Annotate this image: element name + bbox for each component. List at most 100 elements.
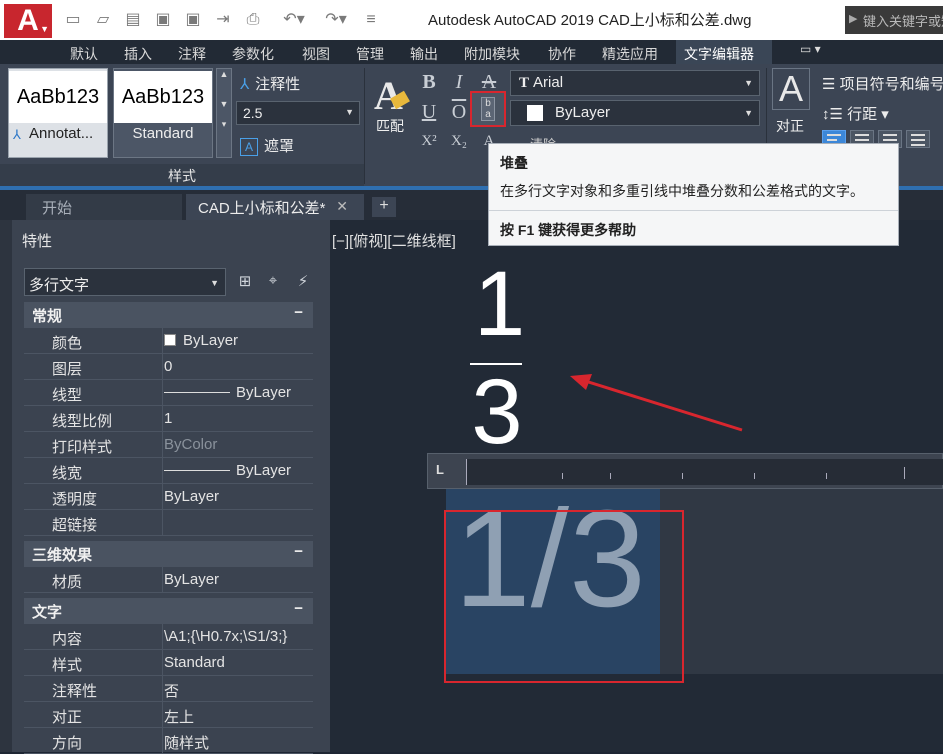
section-title: 常规 [32, 308, 63, 325]
collapse-icon[interactable]: − [294, 600, 303, 617]
property-row[interactable]: 线型 ByLayer [24, 380, 313, 406]
tab-collaborate[interactable]: 协作 [548, 44, 576, 64]
tab-output[interactable]: 输出 [410, 44, 438, 64]
bold-button[interactable]: B [418, 71, 440, 94]
property-key: 打印样式 [52, 439, 113, 456]
section-text[interactable]: 文字 − [24, 598, 313, 624]
property-row[interactable]: 方向 随样式 [24, 728, 313, 754]
quick-select-icon[interactable]: ⚡ [292, 272, 314, 292]
match-properties-icon[interactable]: A [374, 72, 414, 118]
style-sample: AaBb123 [9, 71, 107, 123]
new-tab-button[interactable]: + [372, 197, 396, 217]
select-objects-icon[interactable]: ⌖ [262, 272, 284, 292]
open-folder-icon[interactable]: ▱ [92, 10, 114, 30]
tab-start[interactable]: 开始 [26, 194, 182, 220]
tab-addins[interactable]: 附加模块 [464, 44, 520, 64]
save-cloud-icon[interactable]: ▤ [122, 10, 144, 30]
property-key: 图层 [52, 361, 83, 378]
tab-parametric[interactable]: 参数化 [232, 44, 274, 64]
property-key: 样式 [52, 657, 83, 674]
viewport-controls[interactable]: [−][俯视][二维线框] [332, 230, 456, 251]
palette-title: 特性 [22, 233, 53, 250]
property-value: \A1;{\H0.7x;\S1/3;} [164, 628, 288, 645]
object-type-value: 多行文字 [29, 277, 90, 294]
new-file-icon[interactable]: ▭ [62, 10, 84, 30]
font-combo[interactable]: T Arial ▼ [510, 70, 760, 96]
overline-button[interactable]: O [448, 101, 470, 124]
italic-button[interactable]: I [448, 71, 470, 94]
property-row[interactable]: 透明度 ByLayer [24, 484, 313, 510]
stack-fraction-icon: ba [481, 97, 495, 121]
ruler-tick [754, 473, 755, 479]
annotation-arrow-icon [570, 374, 743, 432]
match-label[interactable]: 匹配 [376, 116, 404, 136]
tab-annotate[interactable]: 注释 [178, 44, 206, 64]
superscript-button[interactable]: X² [418, 133, 440, 150]
plot-icon[interactable]: ⎙ [242, 10, 264, 30]
property-row[interactable]: 注释性 否 [24, 676, 313, 702]
tab-insert[interactable]: 插入 [124, 44, 152, 64]
tab-view[interactable]: 视图 [302, 44, 330, 64]
property-row[interactable]: 对正 左上 [24, 702, 313, 728]
property-row[interactable]: 线宽 ByLayer [24, 458, 313, 484]
justification-label[interactable]: 对正 [776, 116, 804, 136]
collapse-icon[interactable]: − [294, 304, 303, 321]
property-key: 透明度 [52, 491, 98, 508]
color-combo[interactable]: ByLayer ▼ [510, 100, 760, 126]
subscript-button[interactable]: X₂ [448, 133, 470, 150]
justification-icon[interactable]: A [772, 68, 810, 110]
customize-toolbar-icon[interactable]: ≡ [360, 10, 382, 30]
property-row[interactable]: 线型比例 1 [24, 406, 313, 432]
mask-button[interactable]: A 遮罩 [240, 135, 294, 156]
undo-icon[interactable]: ↶▾ [274, 10, 314, 30]
property-key: 线宽 [52, 465, 83, 482]
application-menu-button[interactable]: A ▼ [4, 4, 52, 38]
section-3d-effects[interactable]: 三维效果 − [24, 541, 313, 567]
chevron-right-icon: ▶ [849, 13, 858, 25]
save-icon[interactable]: ▣ [152, 10, 174, 30]
property-row[interactable]: 图层 0 [24, 354, 313, 380]
palette-title-strip[interactable] [0, 220, 12, 752]
property-row[interactable]: 超链接 [24, 510, 313, 536]
tab-default[interactable]: 默认 [70, 44, 98, 64]
save-as-icon[interactable]: ▣ [182, 10, 204, 30]
ruler-tick [682, 473, 683, 479]
section-title: 文字 [32, 604, 63, 621]
stacked-numerator: 1 [474, 253, 526, 355]
web-mobile-icon[interactable]: ⇥ [212, 10, 234, 30]
ribbon-minimize-icon[interactable]: ▭ ▾ [800, 42, 821, 56]
toggle-pickadd-icon[interactable]: ⊞ [234, 272, 256, 292]
property-row[interactable]: 颜色 ByLayer [24, 328, 313, 354]
stacked-denominator: 3 [471, 361, 523, 463]
property-row[interactable]: 材质 ByLayer [24, 567, 313, 593]
bullets-numbering-button[interactable]: ☰ 项目符号和编号 [822, 73, 943, 94]
mask-label: 遮罩 [264, 138, 295, 155]
underline-button[interactable]: U [418, 101, 440, 124]
property-row[interactable]: 样式 Standard [24, 650, 313, 676]
tab-featured-apps[interactable]: 精选应用 [602, 44, 658, 64]
line-spacing-button[interactable]: ↕☰ 行距 ▾ [822, 103, 889, 124]
tab-manage[interactable]: 管理 [356, 44, 384, 64]
object-type-select[interactable]: 多行文字 ▼ [24, 268, 226, 296]
section-general[interactable]: 常规 − [24, 302, 313, 328]
tab-type-selector[interactable]: L [436, 462, 444, 477]
close-icon[interactable]: ✕ [336, 198, 348, 215]
property-value: Standard [164, 654, 225, 671]
style-gallery-scroll[interactable]: ▲ ▼ ▾ [216, 68, 232, 158]
collapse-icon[interactable]: − [294, 543, 303, 560]
stack-button[interactable]: ba [470, 91, 506, 127]
style-card-annotative[interactable]: AaBb123 ⅄ Annotat... [8, 68, 108, 158]
redo-icon[interactable]: ↷▾ [316, 10, 356, 30]
tab-text-editor[interactable]: 文字编辑器 [676, 40, 772, 64]
autocad-logo-icon: A [17, 4, 39, 37]
property-key: 方向 [52, 735, 83, 752]
font-name: Arial [533, 74, 564, 91]
style-card-standard[interactable]: AaBb123 Standard [113, 68, 213, 158]
property-row[interactable]: 内容 \A1;{\H0.7x;\S1/3;} [24, 624, 313, 650]
search-input[interactable]: ▶ 键入关键字或短语 [845, 6, 943, 34]
property-row[interactable]: 打印样式 ByColor [24, 432, 313, 458]
tab-drawing[interactable]: CAD上小标和公差* ✕ [186, 194, 364, 220]
justify-button[interactable] [906, 130, 930, 148]
annotative-toggle[interactable]: ⅄ 注释性 [240, 73, 300, 94]
text-height-combo[interactable]: 2.5 ▼ [236, 101, 360, 125]
